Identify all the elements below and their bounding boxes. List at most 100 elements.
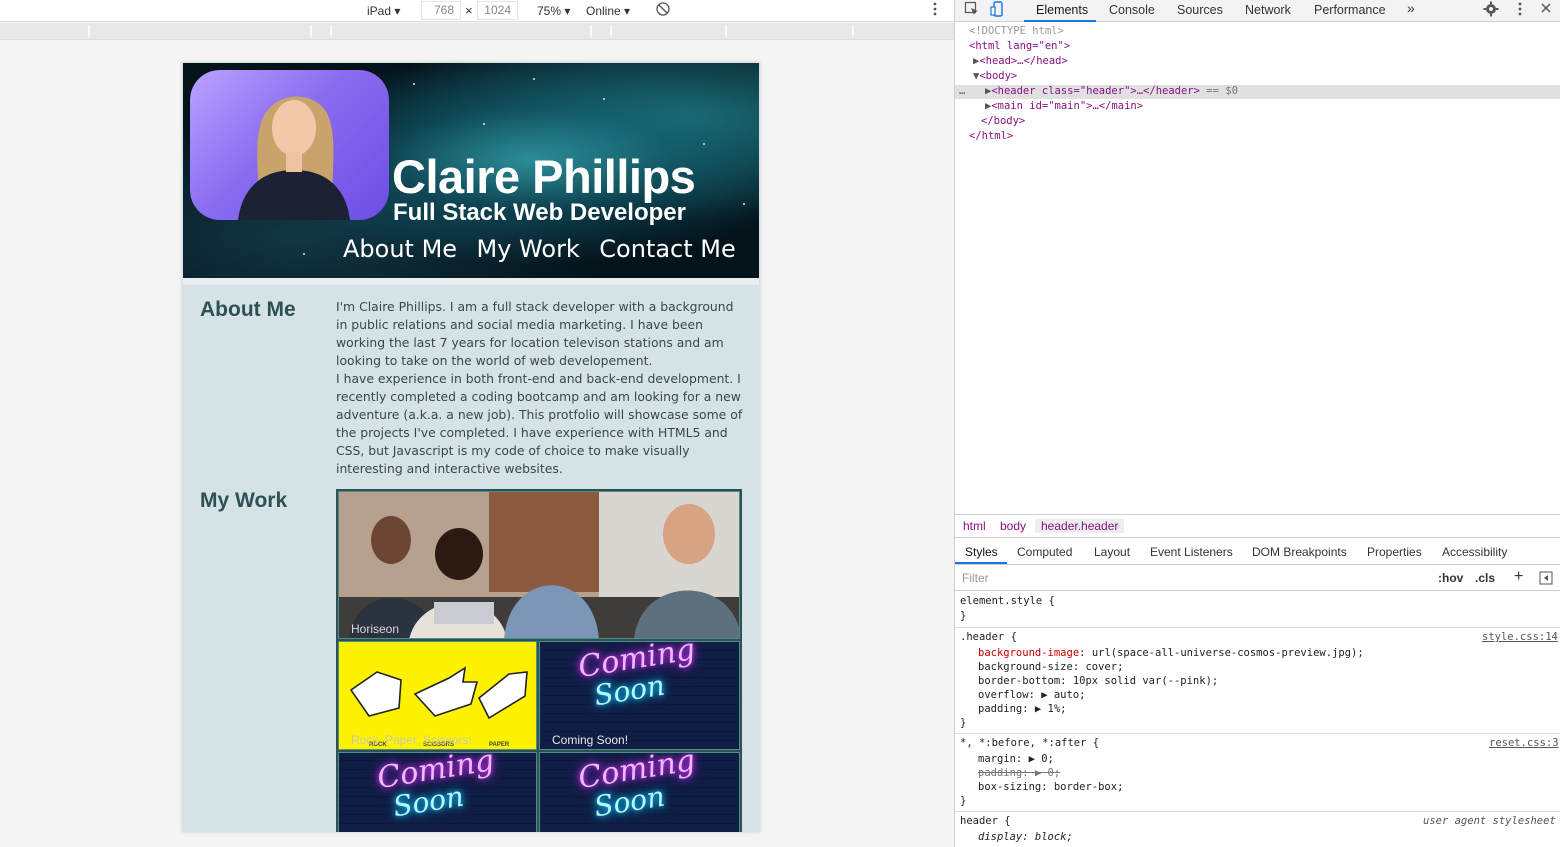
about-paragraph: I'm Claire Phillips. I am a full stack d… <box>336 299 743 476</box>
dom-doctype[interactable]: <!DOCTYPE html> <box>969 24 1064 39</box>
dom-header[interactable]: ▶<header class="header">…</header> == $0 <box>985 84 1238 99</box>
tab-styles[interactable]: Styles <box>965 545 998 559</box>
tab-event-listeners[interactable]: Event Listeners <box>1150 545 1233 559</box>
height-input[interactable]: 1024 <box>477 1 518 20</box>
dom-html-open[interactable]: <html lang="en"> <box>969 39 1070 54</box>
tab-accessibility[interactable]: Accessibility <box>1442 545 1507 559</box>
rotate-icon[interactable] <box>655 1 671 21</box>
tab-dom-breakpoints[interactable]: DOM Breakpoints <box>1252 545 1347 559</box>
prop-name: background-image <box>978 647 1080 659</box>
styles-tabbar: Styles Computed Layout Event Listeners D… <box>955 540 1560 565</box>
crumb-body[interactable]: body <box>1000 519 1026 533</box>
project-tile-coming-soon-2[interactable]: Coming Soon <box>338 752 537 832</box>
prop-border-bottom[interactable]: border-bottom: 10px solid var(--pink); <box>978 674 1218 688</box>
styles-tab-indicator <box>955 562 1007 564</box>
crumb-html[interactable]: html <box>963 519 986 533</box>
filter-input[interactable]: Filter <box>962 571 989 585</box>
header-border <box>183 278 759 285</box>
sidebar-toggle-icon[interactable] <box>1539 571 1553 588</box>
project-tile-rps[interactable]: ROCK SCISSORS PAPER Rock, Paper, Scissor… <box>338 641 537 750</box>
rule-ua-source: user agent stylesheet <box>1423 815 1556 827</box>
more-tabs-button[interactable]: » <box>1407 0 1415 16</box>
media-query-ruler[interactable] <box>0 23 954 40</box>
tab-network[interactable]: Network <box>1245 2 1291 18</box>
work-grid: Horiseon ROCK SCISSORS PAPER Rock, Paper… <box>336 489 742 832</box>
cls-button[interactable]: .cls <box>1475 571 1495 585</box>
rule-reset-selector[interactable]: *, *:before, *:after { <box>960 736 1099 750</box>
rule-header-source[interactable]: style.css:14 <box>1482 630 1558 644</box>
throttle-select[interactable]: Online ▾ <box>586 3 630 19</box>
devtools-tabbar: Elements Console Sources Network Perform… <box>955 0 1560 22</box>
active-tab-indicator <box>1024 20 1096 22</box>
dom-ellipsis-icon[interactable]: … <box>959 84 965 99</box>
dom-header-text: <header class="header">…</header> <box>991 85 1200 97</box>
site-name: Claire Phillips <box>392 150 696 203</box>
tab-console[interactable]: Console <box>1109 2 1155 18</box>
prop-background-image[interactable]: background-image: url(space-all-universe… <box>978 646 1364 660</box>
menu-icon[interactable] <box>1515 1 1525 21</box>
tile-caption: Coming Soon! <box>552 733 629 747</box>
breadcrumb: html body header.header <box>955 514 1560 538</box>
prop-box-sizing[interactable]: box-sizing: border-box; <box>978 780 1123 794</box>
hov-button[interactable]: :hov <box>1438 571 1463 585</box>
device-name: iPad <box>367 4 392 18</box>
dom-body-text: <body> <box>979 70 1018 82</box>
prop-margin[interactable]: margin: ▶ 0; <box>978 752 1054 766</box>
nav-contact-me[interactable]: Contact Me <box>599 235 735 263</box>
device-toggle-icon[interactable] <box>990 1 1006 21</box>
device-viewport: iPad ▾ 768 × 1024 75% ▾ Online ▾ Claire … <box>0 0 954 847</box>
more-options-icon[interactable] <box>930 1 940 21</box>
emulated-page: Claire Phillips Full Stack Web Developer… <box>182 62 760 832</box>
close-icon[interactable] <box>1540 2 1552 18</box>
project-tile-horiseon[interactable]: Horiseon <box>338 491 740 639</box>
dom-body-open[interactable]: ▼<body> <box>973 69 1017 84</box>
dom-header-selected: == $0 <box>1206 85 1238 97</box>
site-header: Claire Phillips Full Stack Web Developer… <box>183 63 759 278</box>
devtools-panel: Elements Console Sources Network Perform… <box>954 0 1560 847</box>
work-title: My Work <box>200 489 288 512</box>
styles-filter-bar: Filter :hov .cls + <box>955 566 1560 591</box>
zoom-value: 75% <box>537 4 562 18</box>
dom-head[interactable]: ▶<head>…</head> <box>973 54 1068 69</box>
crumb-header[interactable]: header.header <box>1035 519 1125 533</box>
tile-caption: Rock, Paper, Scissors! <box>351 733 472 747</box>
inspect-element-icon[interactable] <box>964 1 980 21</box>
rule-reset-source[interactable]: reset.css:3 <box>1489 736 1559 750</box>
site-role: Full Stack Web Developer <box>393 199 686 226</box>
dom-main[interactable]: ▶<main id="main">…</main> <box>985 99 1143 114</box>
add-rule-icon[interactable]: + <box>1514 568 1523 586</box>
width-input[interactable]: 768 <box>421 1 461 20</box>
project-tile-coming-soon[interactable]: Coming Soon Coming Soon! <box>539 641 740 750</box>
zoom-select[interactable]: 75% ▾ <box>537 3 570 19</box>
profile-photo <box>190 70 389 220</box>
rule-header-selector[interactable]: .header { <box>960 630 1017 644</box>
prop-overflow[interactable]: overflow: ▶ auto; <box>978 688 1085 702</box>
prop-padding-overridden[interactable]: padding: ▶ 0; <box>978 766 1060 780</box>
settings-icon[interactable] <box>1483 1 1499 21</box>
tab-computed[interactable]: Computed <box>1017 545 1072 559</box>
tab-performance[interactable]: Performance <box>1314 2 1386 18</box>
times-sign: × <box>465 3 473 18</box>
rule-ua-selector[interactable]: header { <box>960 814 1011 828</box>
nav-my-work[interactable]: My Work <box>477 235 580 263</box>
tab-sources[interactable]: Sources <box>1177 2 1223 18</box>
site-nav: About Me My Work Contact Me <box>343 235 751 263</box>
tab-layout[interactable]: Layout <box>1094 545 1130 559</box>
prop-padding[interactable]: padding: ▶ 1%; <box>978 702 1067 716</box>
prop-background-size[interactable]: background-size: cover; <box>978 660 1123 674</box>
tab-properties[interactable]: Properties <box>1367 545 1422 559</box>
about-title: About Me <box>200 298 296 321</box>
nav-about-me[interactable]: About Me <box>343 235 457 263</box>
tile-label-paper: PAPER <box>489 742 510 748</box>
tab-elements[interactable]: Elements <box>1036 2 1088 18</box>
dom-html-close[interactable]: </html> <box>969 129 1013 144</box>
throttle-value: Online <box>586 4 621 18</box>
dom-main-text: <main id="main">…</main> <box>991 100 1144 112</box>
dom-body-close[interactable]: </body> <box>981 114 1025 129</box>
rule-close: } <box>960 717 967 729</box>
rule-element-style[interactable]: element.style { <box>960 594 1055 608</box>
prop-display[interactable]: display: block; <box>978 830 1073 844</box>
rule-close: } <box>960 610 967 622</box>
project-tile-coming-soon-3[interactable]: Coming Soon <box>539 752 740 832</box>
device-select[interactable]: iPad ▾ <box>367 3 400 19</box>
